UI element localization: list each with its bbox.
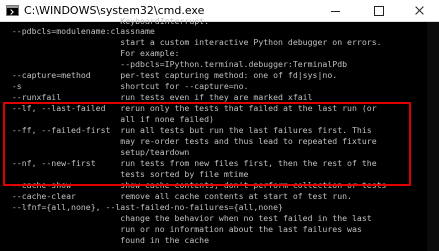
- terminal-line: --cache-show show cache contents, don't …: [2, 180, 387, 190]
- terminal-line: --pdbcls=modulename:classname: [2, 26, 155, 36]
- cmd-window: C:\WINDOWS\system32\cmd.exe KeyboardInte…: [0, 0, 439, 251]
- terminal-line: start a custom interactive Python debugg…: [2, 37, 382, 47]
- terminal-line: run or no information about the last fai…: [2, 224, 362, 234]
- close-icon[interactable]: [398, 0, 439, 22]
- terminal-line: --capture=method per-test capturing meth…: [2, 70, 338, 80]
- cmd-icon: [6, 5, 19, 16]
- terminal-line: For example:: [2, 48, 180, 58]
- terminal-line: --lfnf={all,none}, --last-failed-no-fail…: [2, 202, 283, 212]
- maximize-icon[interactable]: [356, 0, 400, 22]
- terminal-line: --cache-clear remove all cache contents …: [2, 191, 352, 201]
- terminal-line: found in the cache: [2, 235, 210, 245]
- terminal-line: -s shortcut for --capture=no.: [2, 81, 249, 91]
- terminal-line: KeyboardInterrupt.: [2, 16, 210, 26]
- terminal-line: --ff, --failed-first run all tests but r…: [2, 125, 372, 135]
- terminal-line: change the behavior when no test failed …: [2, 213, 372, 223]
- terminal-line: --lf, --last-failed rerun only the tests…: [2, 103, 377, 113]
- terminal-output[interactable]: KeyboardInterrupt. --pdbcls=modulename:c…: [0, 16, 439, 251]
- vertical-scrollbar[interactable]: [427, 22, 439, 251]
- terminal-line: --pdbcls=IPython.terminal.debugger:Termi…: [2, 59, 348, 69]
- terminal-line: tests sorted by file mtime: [2, 169, 249, 179]
- terminal-line: all if none failed): [2, 114, 214, 124]
- terminal-line: may re-order tests and thus lead to repe…: [2, 136, 377, 146]
- terminal-line: setup/teardown: [2, 147, 190, 157]
- minimize-icon[interactable]: [314, 0, 358, 22]
- terminal-line: --nf, --new-first run tests from new fil…: [2, 158, 377, 168]
- terminal-line: --runxfail run tests even if they are ma…: [2, 92, 313, 102]
